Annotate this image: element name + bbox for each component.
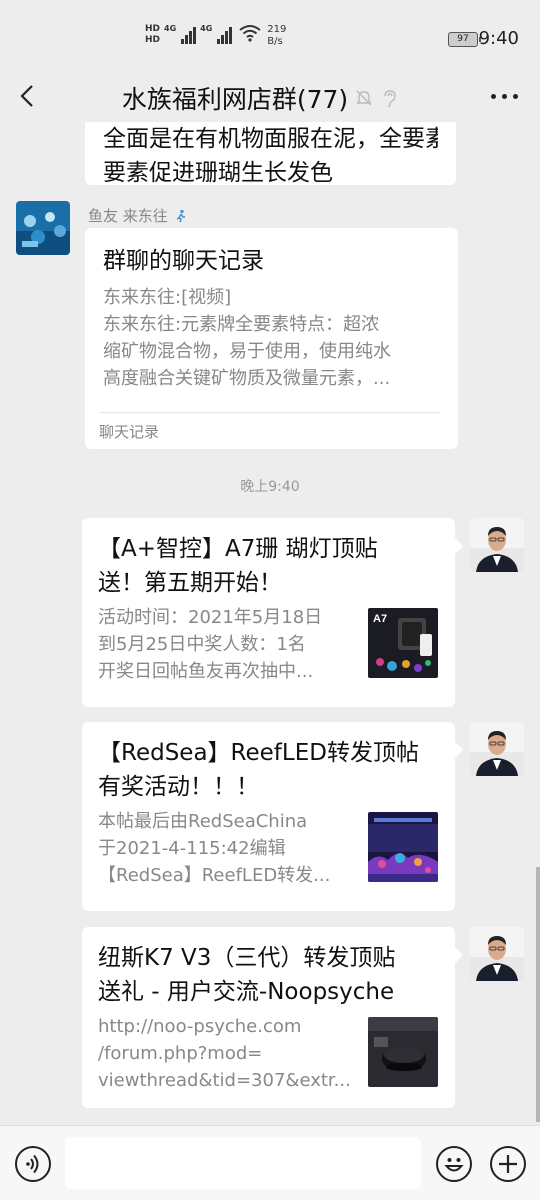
link-card[interactable]: 【A+智控】A7珊 瑚灯顶贴 送！第五期开始！ 活动时间：2021年5月18日 … — [82, 518, 463, 707]
user-avatar[interactable] — [470, 518, 524, 572]
network-type-2: 4G — [200, 24, 213, 33]
chat-record-title: 群聊的聊天记录 — [103, 248, 264, 274]
ear-icon — [384, 90, 396, 108]
user-avatar[interactable] — [470, 722, 524, 776]
link-card-thumbnail — [368, 812, 438, 882]
link-card[interactable]: 【RedSea】ReefLED转发顶帖 有奖活动！！！ 本帖最后由RedSeaC… — [82, 722, 463, 911]
emoji-icon — [444, 1158, 464, 1172]
chat-header: 水族福利网店群(77) — [0, 72, 540, 122]
emoji-button[interactable] — [436, 1146, 472, 1182]
hd-badge-2: HD — [145, 35, 161, 45]
link-card-title: 【RedSea】ReefLED转发顶帖 有奖活动！！！ — [98, 740, 419, 800]
message-input[interactable] — [65, 1137, 421, 1189]
chat-title-wrap: 水族福利网店群(77) — [0, 80, 540, 116]
network-speed: 219 B/s — [267, 24, 287, 47]
link-card-thumbnail: A7 — [368, 608, 438, 678]
chat-record-line: 高度融合关键矿物质及微量元素，... — [103, 368, 391, 389]
sender-avatar[interactable] — [16, 201, 70, 255]
voice-button[interactable] — [15, 1146, 51, 1182]
add-button[interactable] — [490, 1146, 526, 1182]
user-avatar[interactable] — [470, 927, 524, 981]
more-options-icon[interactable] — [491, 94, 518, 99]
chat-record-line: 东来东往:[视频] — [103, 287, 232, 308]
link-card-thumbnail — [368, 1017, 438, 1087]
battery-icon: 97 — [448, 32, 481, 47]
chat-area[interactable]: 全面是在有机物面服在泥，全要素促进珊瑚生长发色 要素促进珊瑚生长发色 鱼友 来东… — [0, 122, 540, 1125]
plus-icon — [499, 1155, 517, 1173]
sender-name: 鱼友 来东往 — [88, 207, 168, 225]
scrollbar[interactable] — [536, 867, 540, 1122]
chat-record-footer: 聊天记录 — [99, 412, 440, 442]
wifi-icon — [239, 25, 261, 42]
network-type-1: 4G — [164, 24, 177, 33]
link-card-title: 纽斯K7 V3（三代）转发顶贴 送礼 - 用户交流-Noopsyche — [98, 945, 396, 1005]
sender-line: 鱼友 来东往 — [88, 205, 188, 226]
hd-badge-1: HD — [145, 24, 161, 34]
voice-icon — [26, 1154, 39, 1174]
mute-bell-icon — [356, 90, 372, 106]
hd-indicators: HD HD — [145, 24, 160, 46]
signal-icon — [217, 24, 233, 44]
link-card-description: 活动时间：2021年5月18日 到5月25日中奖人数：1名 开奖日回帖鱼友再次抽… — [98, 607, 323, 682]
chat-record-line: 东来东往:元素牌全要素特点：超浓 — [103, 314, 380, 335]
link-card-description: 本帖最后由RedSeaChina 于2021-4-115:42编辑 【RedSe… — [98, 811, 331, 886]
message-bubble-partial[interactable]: 全面是在有机物面服在泥，全要素促进珊瑚生长发色 要素促进珊瑚生长发色 — [85, 122, 456, 186]
link-card-title: 【A+智控】A7珊 瑚灯顶贴 送！第五期开始！ — [98, 536, 378, 596]
chat-record-preview: 东来东往:[视频] 东来东往:元素牌全要素特点：超浓 缩矿物混合物，易于使用，使… — [103, 284, 440, 392]
thumb-label: A7 — [373, 613, 387, 625]
status-icons: HD HD 4G 4G 219 B/s — [145, 24, 286, 48]
running-person-icon — [176, 209, 185, 222]
chat-title: 水族福利网店群(77) — [121, 85, 349, 114]
link-card-description: http://noo-psyche.com /forum.php?mod= vi… — [98, 1016, 351, 1091]
status-time: 9:40 — [478, 28, 519, 49]
signal-icon — [181, 24, 197, 44]
status-bar: HD HD 4G 4G 219 B/s 97 9:40 — [0, 0, 540, 72]
chat-record-line: 缩矿物混合物，易于使用，使用纯水 — [103, 341, 391, 362]
chat-record-card[interactable]: 群聊的聊天记录 东来东往:[视频] 东来东往:元素牌全要素特点：超浓 缩矿物混合… — [85, 228, 458, 449]
link-card[interactable]: 纽斯K7 V3（三代）转发顶贴 送礼 - 用户交流-Noopsyche http… — [82, 927, 463, 1108]
input-bar — [0, 1125, 540, 1200]
partial-message-line: 全面是在有机物面服在泥，全要素促进珊瑚生长发色 — [103, 126, 438, 152]
timestamp: 晚上9:40 — [240, 479, 300, 495]
partial-message-line: 要素促进珊瑚生长发色 — [103, 160, 333, 186]
